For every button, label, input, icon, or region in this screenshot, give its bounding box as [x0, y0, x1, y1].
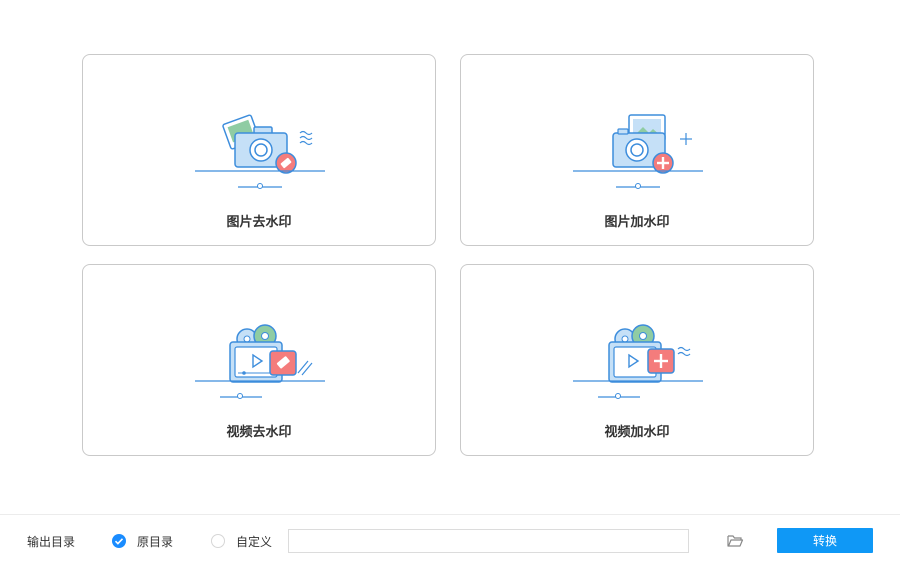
folder-open-icon[interactable]	[726, 532, 744, 550]
card-label: 图片加水印	[604, 215, 670, 230]
video-remove-watermark-card[interactable]: 视频去水印	[82, 264, 436, 456]
photo-remove-watermark-icon	[195, 114, 325, 189]
radio-custom-directory[interactable]: 自定义	[211, 533, 272, 549]
video-add-watermark-card[interactable]: 视频加水印	[460, 264, 814, 456]
radio-original-directory[interactable]: 原目录	[112, 533, 173, 549]
photo-add-watermark-icon	[573, 114, 703, 189]
video-add-watermark-icon	[573, 324, 703, 399]
radio-checked-icon[interactable]	[112, 534, 126, 548]
output-path-input[interactable]	[288, 529, 689, 553]
radio-unchecked-icon[interactable]	[211, 534, 225, 548]
photo-remove-watermark-card[interactable]: 图片去水印	[82, 54, 436, 246]
output-bar: 输出目录 原目录 自定义 转换	[0, 515, 900, 563]
card-label: 图片去水印	[226, 215, 292, 230]
card-label: 视频去水印	[226, 425, 292, 440]
photo-add-watermark-card[interactable]: 图片加水印	[460, 54, 814, 246]
radio-custom-label: 自定义	[236, 534, 273, 549]
output-directory-label: 输出目录	[27, 535, 76, 549]
video-remove-watermark-icon	[195, 324, 325, 399]
card-label: 视频加水印	[604, 425, 670, 440]
radio-original-label: 原目录	[137, 534, 174, 549]
convert-button[interactable]: 转换	[777, 528, 873, 553]
